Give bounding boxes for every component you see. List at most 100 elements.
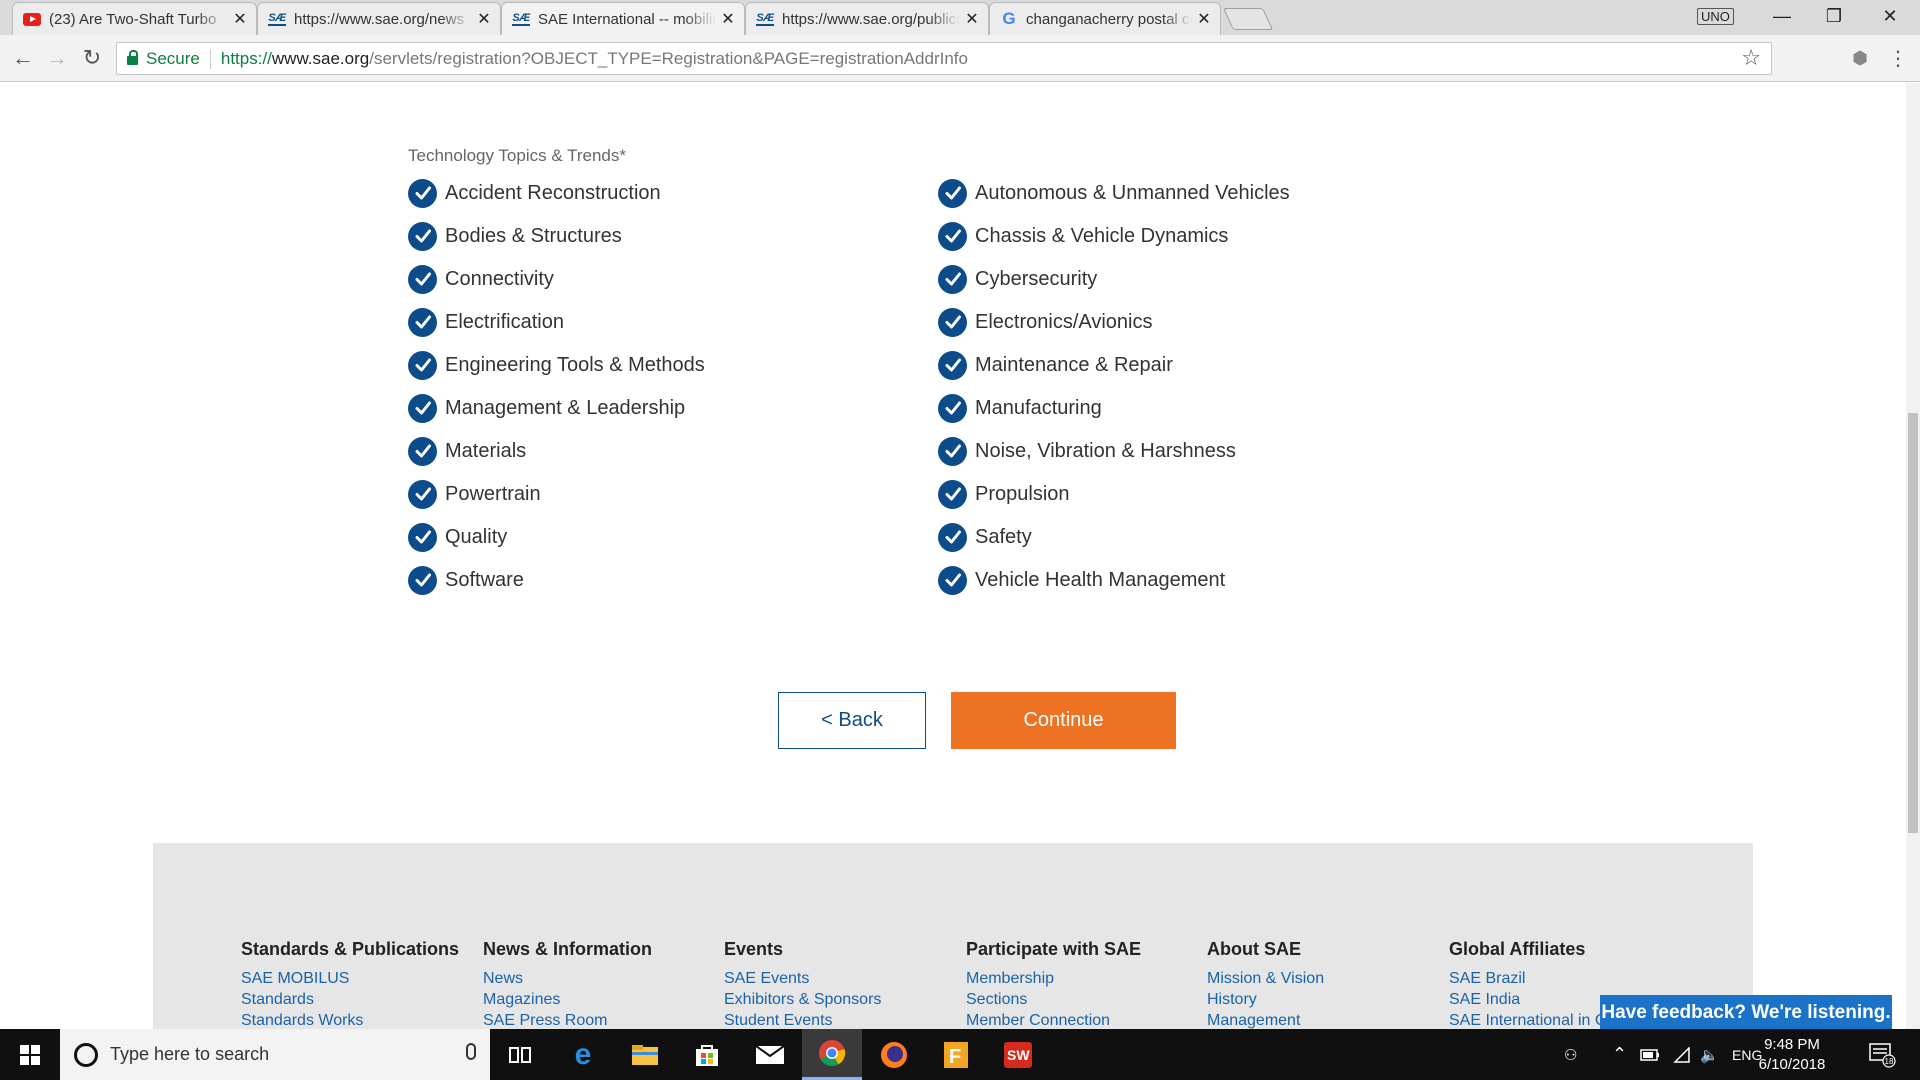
checkmark-icon[interactable] — [938, 522, 967, 552]
page-scrollbar[interactable] — [1906, 83, 1920, 1029]
footer-link[interactable]: Management — [1207, 1010, 1437, 1029]
topic-checkbox[interactable]: Vehicle Health Management — [938, 565, 1225, 595]
checkmark-icon[interactable] — [408, 178, 437, 208]
checkmark-icon[interactable] — [408, 393, 437, 423]
checkmark-icon[interactable] — [938, 565, 967, 595]
reload-icon[interactable]: ↻ — [78, 44, 106, 72]
topic-checkbox[interactable]: Engineering Tools & Methods — [408, 350, 705, 380]
back-arrow-icon[interactable]: ← — [9, 44, 37, 72]
checkmark-icon[interactable] — [938, 393, 967, 423]
battery-icon[interactable] — [1640, 1029, 1660, 1080]
topic-checkbox[interactable]: Cybersecurity — [938, 264, 1097, 294]
checkmark-icon[interactable] — [938, 479, 967, 509]
topic-checkbox[interactable]: Management & Leadership — [408, 393, 685, 423]
back-button[interactable]: < Back — [778, 692, 926, 749]
topic-checkbox[interactable]: Quality — [408, 522, 507, 552]
close-tab-icon[interactable]: ✕ — [964, 9, 980, 29]
menu-icon[interactable]: ⋮ — [1884, 44, 1912, 72]
topic-checkbox[interactable]: Maintenance & Repair — [938, 350, 1173, 380]
file-explorer-icon[interactable] — [615, 1029, 675, 1080]
topic-checkbox[interactable]: Manufacturing — [938, 393, 1102, 423]
restore-icon[interactable]: ❐ — [1806, 0, 1862, 32]
checkmark-icon[interactable] — [408, 307, 437, 337]
footer-link[interactable]: News — [483, 968, 713, 989]
checkmark-icon[interactable] — [408, 436, 437, 466]
topic-checkbox[interactable]: Accident Reconstruction — [408, 178, 661, 208]
footer-link[interactable]: Membership — [966, 968, 1196, 989]
bookmark-star-icon[interactable]: ☆ — [1741, 45, 1761, 71]
footer-link[interactable]: SAE Press Room — [483, 1010, 713, 1029]
browser-tab-sae-registration[interactable]: SÆ SAE International -- mobility ✕ — [501, 2, 745, 35]
footer-link[interactable]: Standards Works — [241, 1010, 471, 1029]
topic-checkbox[interactable]: Materials — [408, 436, 526, 466]
topic-checkbox[interactable]: Autonomous & Unmanned Vehicles — [938, 178, 1290, 208]
action-center-icon[interactable]: 18 — [1868, 1029, 1896, 1080]
topic-checkbox[interactable]: Connectivity — [408, 264, 554, 294]
checkmark-icon[interactable] — [938, 307, 967, 337]
chrome-icon[interactable] — [802, 1029, 862, 1080]
topic-checkbox[interactable]: Electronics/Avionics — [938, 307, 1152, 337]
mail-icon[interactable] — [740, 1029, 800, 1080]
chevron-up-icon[interactable]: ⌃ — [1612, 1029, 1627, 1080]
checkmark-icon[interactable] — [938, 436, 967, 466]
store-icon[interactable] — [677, 1029, 737, 1080]
address-bar[interactable]: Secure https:// www.sae.org /servlets/re… — [116, 42, 1772, 75]
new-tab-button[interactable] — [1222, 8, 1274, 30]
topic-checkbox[interactable]: Software — [408, 565, 524, 595]
checkmark-icon[interactable] — [938, 178, 967, 208]
people-icon[interactable]: ⚇ — [1564, 1029, 1577, 1080]
topic-checkbox[interactable]: Powertrain — [408, 479, 541, 509]
topic-checkbox[interactable]: Electrification — [408, 307, 564, 337]
topic-checkbox[interactable]: Bodies & Structures — [408, 221, 622, 251]
checkmark-icon[interactable] — [408, 565, 437, 595]
checkmark-icon[interactable] — [408, 264, 437, 294]
browser-tab-sae-news[interactable]: SÆ https://www.sae.org/news ✕ — [257, 2, 501, 35]
windows-start-icon[interactable] — [0, 1029, 60, 1080]
footer-link[interactable]: Student Events — [724, 1010, 954, 1029]
checkmark-icon[interactable] — [408, 221, 437, 251]
microphone-icon[interactable] — [466, 1043, 476, 1060]
taskbar-search-box[interactable]: Type here to search — [60, 1029, 490, 1080]
scrollbar-thumb[interactable] — [1908, 413, 1918, 833]
volume-icon[interactable]: 🔈 — [1700, 1029, 1719, 1080]
footer-link[interactable]: Exhibitors & Sponsors — [724, 989, 954, 1010]
minimize-icon[interactable]: — — [1754, 0, 1810, 32]
checkmark-icon[interactable] — [408, 522, 437, 552]
footer-link[interactable]: Member Connection — [966, 1010, 1196, 1029]
profile-badge[interactable]: UNO — [1697, 8, 1734, 25]
topic-checkbox[interactable]: Safety — [938, 522, 1032, 552]
footer-link[interactable]: Magazines — [483, 989, 713, 1010]
close-tab-icon[interactable]: ✕ — [476, 9, 492, 29]
checkmark-icon[interactable] — [408, 479, 437, 509]
browser-tab-sae-publications[interactable]: SÆ https://www.sae.org/publications ✕ — [745, 2, 989, 35]
continue-button[interactable]: Continue — [951, 692, 1176, 749]
firefox-icon[interactable] — [864, 1029, 924, 1080]
solidworks-icon[interactable]: SW — [988, 1029, 1048, 1080]
feedback-button[interactable]: Have feedback? We're listening. — [1600, 995, 1892, 1029]
topic-checkbox[interactable]: Chassis & Vehicle Dynamics — [938, 221, 1228, 251]
footer-link[interactable]: Standards — [241, 989, 471, 1010]
browser-tab-google[interactable]: G changanacherry postal code ✕ — [989, 2, 1221, 35]
checkmark-icon[interactable] — [938, 350, 967, 380]
topic-checkbox[interactable]: Propulsion — [938, 479, 1070, 509]
footer-link[interactable]: History — [1207, 989, 1437, 1010]
forward-arrow-icon[interactable]: → — [43, 44, 71, 72]
taskbar-clock[interactable]: 9:48 PM 6/10/2018 — [1752, 1035, 1832, 1075]
app-f-icon[interactable]: F — [926, 1029, 986, 1080]
close-window-icon[interactable]: ✕ — [1862, 0, 1918, 32]
footer-link[interactable]: SAE Events — [724, 968, 954, 989]
task-view-icon[interactable] — [490, 1029, 550, 1080]
browser-tab-youtube[interactable]: (23) Are Two-Shaft Turbo ✕ — [12, 2, 257, 35]
footer-link[interactable]: Sections — [966, 989, 1196, 1010]
extension-icon[interactable]: ⬢ — [1846, 44, 1874, 72]
wifi-icon[interactable] — [1672, 1029, 1690, 1080]
footer-link[interactable]: SAE MOBILUS — [241, 968, 471, 989]
checkmark-icon[interactable] — [938, 264, 967, 294]
footer-link[interactable]: Mission & Vision — [1207, 968, 1437, 989]
topic-checkbox[interactable]: Noise, Vibration & Harshness — [938, 436, 1236, 466]
close-tab-icon[interactable]: ✕ — [720, 9, 736, 29]
edge-icon[interactable]: e — [553, 1029, 613, 1080]
close-tab-icon[interactable]: ✕ — [232, 9, 248, 29]
checkmark-icon[interactable] — [938, 221, 967, 251]
close-tab-icon[interactable]: ✕ — [1196, 9, 1212, 29]
